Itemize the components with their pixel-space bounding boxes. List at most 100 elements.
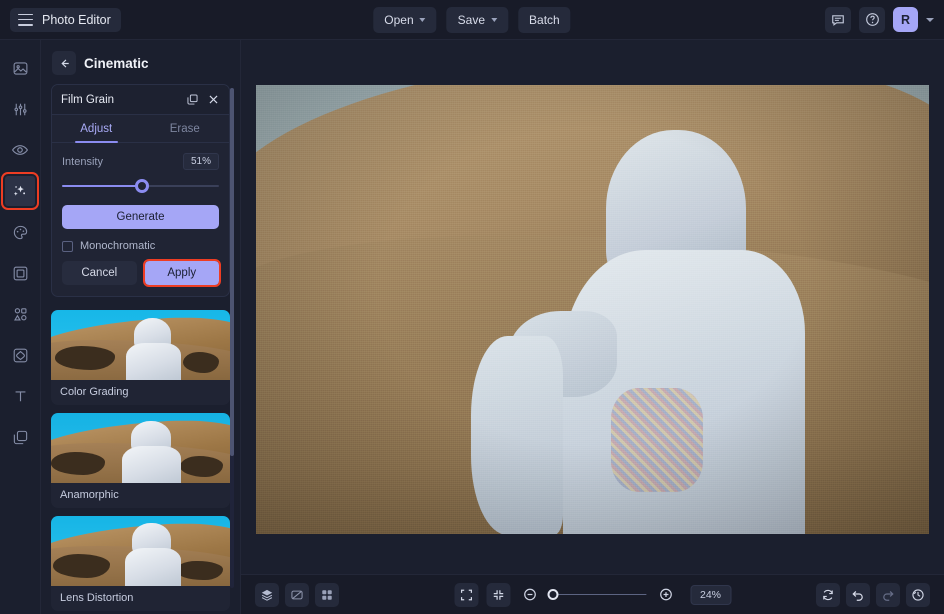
page-title: Cinematic (84, 55, 149, 71)
zoom-in-button[interactable] (654, 583, 678, 607)
tab-erase[interactable]: Erase (141, 115, 230, 142)
monochromatic-checkbox-row[interactable]: Monochromatic (62, 240, 219, 252)
sidebar-item-text[interactable] (5, 381, 35, 411)
fit-screen-icon (460, 589, 472, 600)
duplicate-icon (187, 94, 198, 105)
apply-button-highlight: Apply (142, 259, 221, 287)
sparkles-icon (13, 185, 26, 196)
monochromatic-checkbox[interactable] (62, 240, 73, 252)
cancel-button[interactable]: Cancel (62, 261, 137, 285)
intensity-value: 51% (182, 153, 219, 170)
card-title: Film Grain (61, 93, 115, 106)
hamburger-icon[interactable] (18, 13, 33, 26)
collapse-icon (493, 589, 503, 600)
photo-canvas[interactable] (256, 85, 929, 534)
save-button[interactable]: Save (446, 6, 509, 33)
undo-button[interactable] (846, 582, 870, 607)
monochromatic-label: Monochromatic (80, 240, 156, 252)
canvas-area[interactable] (241, 40, 944, 574)
slider-knob[interactable] (135, 179, 150, 193)
apply-button[interactable]: Apply (144, 261, 219, 285)
zoom-out-icon (524, 588, 536, 601)
preset-label: Color Grading (60, 386, 129, 398)
save-label: Save (457, 12, 486, 27)
close-button[interactable] (207, 93, 220, 106)
zoom-controls: 24% (453, 582, 732, 607)
preset-item-color-grading[interactable]: Color Grading (51, 310, 230, 405)
redo-button[interactable] (876, 582, 900, 607)
chevron-down-icon (491, 17, 498, 22)
avatar[interactable]: R (893, 7, 918, 32)
back-button[interactable] (52, 51, 76, 75)
layers-button[interactable] (255, 582, 279, 607)
open-label: Open (384, 12, 414, 27)
sidebar-item-color[interactable] (5, 217, 35, 247)
preset-thumbnail (51, 413, 230, 483)
sidebar-item-shapes[interactable] (5, 299, 35, 329)
card-body: Intensity 51% Generate Monochromatic Can… (52, 143, 229, 296)
preset-label: Anamorphic (60, 489, 119, 501)
preset-item-anamorphic[interactable]: Anamorphic (51, 413, 230, 508)
chevron-down-icon (419, 17, 426, 22)
help-circle-icon (865, 13, 879, 26)
generate-button[interactable]: Generate (62, 205, 219, 229)
sliders-icon (13, 103, 27, 115)
preset-list: Color Grading Anamorphic Lens Distortion (51, 310, 230, 614)
top-right-controls: R (825, 6, 934, 33)
zoom-slider-track (549, 593, 646, 595)
frame-icon (13, 266, 27, 280)
account-chevron-down-icon[interactable] (926, 17, 934, 22)
sidebar-item-adjust[interactable] (5, 94, 35, 124)
history-icon (912, 588, 924, 601)
tab-adjust[interactable]: Adjust (52, 115, 141, 143)
help-button[interactable] (859, 6, 885, 33)
collapse-button[interactable] (485, 582, 510, 607)
preset-thumbnail (51, 310, 230, 380)
zoom-out-button[interactable] (518, 583, 542, 607)
batch-button[interactable]: Batch (518, 6, 571, 33)
sidebar-item-image[interactable] (5, 53, 35, 83)
layers-copy-icon (13, 430, 27, 444)
panel-scrollbar-track[interactable] (230, 88, 234, 588)
duplicate-button[interactable] (186, 93, 199, 106)
generate-label: Generate (116, 211, 165, 223)
sidebar-item-layers[interactable] (5, 422, 35, 452)
reset-icon (823, 589, 833, 600)
card-tabs: Adjust Erase (52, 115, 229, 143)
sidebar-item-filters[interactable] (5, 340, 35, 370)
history-button[interactable] (906, 582, 930, 607)
reset-button[interactable] (816, 582, 840, 607)
layers-stack-icon (261, 589, 273, 601)
comment-button[interactable] (825, 6, 851, 33)
sidebar-item-frame[interactable] (5, 258, 35, 288)
app-menu-button[interactable]: Photo Editor (10, 7, 121, 32)
zoom-slider[interactable] (547, 588, 646, 602)
zoom-in-icon (660, 588, 672, 601)
preset-item-lens-distortion[interactable]: Lens Distortion (51, 516, 230, 611)
palette-icon (13, 225, 27, 239)
redo-icon (883, 590, 894, 601)
card-actions: Cancel Apply (62, 259, 221, 287)
tool-rail (0, 40, 41, 614)
close-icon (209, 95, 218, 104)
intensity-slider[interactable] (62, 179, 219, 193)
preset-thumbnail (51, 516, 230, 586)
zoom-level-value[interactable]: 24% (689, 584, 732, 605)
sidebar-item-effects[interactable] (1, 172, 39, 210)
photo-editor-window: Photo Editor Open Save Batch R Cinematic… (0, 0, 944, 614)
app-title: Photo Editor (42, 12, 111, 27)
compare-button[interactable] (285, 582, 309, 607)
panel-scrollbar-thumb[interactable] (230, 88, 234, 456)
compare-split-icon (291, 590, 303, 599)
grid-button[interactable] (315, 582, 339, 607)
sidebar-item-retouch[interactable] (5, 135, 35, 165)
open-button[interactable]: Open (373, 6, 437, 33)
bottom-bar: 24% (241, 574, 944, 614)
text-icon (15, 390, 25, 401)
top-bar: Photo Editor Open Save Batch R (0, 0, 944, 40)
comment-icon (832, 14, 844, 26)
zoom-slider-knob[interactable] (547, 588, 559, 600)
fit-to-screen-button[interactable] (453, 582, 478, 607)
vignette-overlay (256, 85, 929, 534)
intensity-row: Intensity 51% (62, 153, 219, 170)
